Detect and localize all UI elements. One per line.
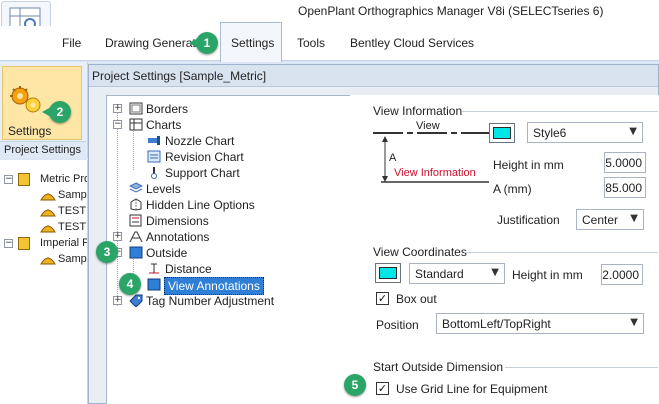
start-outside-dimension-title: Start Outside Dimension <box>373 360 504 374</box>
chevron-down-icon: ▼ <box>630 317 638 328</box>
group-divider <box>462 111 658 112</box>
chevron-down-icon: ▼ <box>629 126 637 137</box>
tab-settings-label: Settings <box>231 36 275 50</box>
collapse-icon[interactable]: − <box>4 239 13 248</box>
settings-detail-panel: View Information View A View Information… <box>350 95 659 404</box>
position-label: Position <box>376 318 419 332</box>
view-coordinates-height-input[interactable]: 2.0000 <box>601 264 643 285</box>
view-information-color-swatch[interactable] <box>489 123 515 143</box>
border-icon <box>129 102 143 115</box>
chevron-down-icon: ▼ <box>491 267 499 278</box>
expand-icon[interactable]: + <box>113 232 122 241</box>
preview-a-label: A <box>389 152 397 164</box>
view-information-a-label: A (mm) <box>493 182 532 196</box>
collapse-icon[interactable]: − <box>113 120 122 129</box>
callout-4: 4 <box>119 273 141 295</box>
tree-item-revision-chart[interactable]: Revision Chart <box>107 149 347 165</box>
outside-icon <box>129 246 143 259</box>
project-icon <box>18 237 30 250</box>
project-tree: − Metric Proj Sampl TEST TEST − Imperial… <box>0 160 88 404</box>
settings-button-label: Settings <box>8 124 52 138</box>
dialog-titlebar: Project Settings [Sample_Metric] <box>89 65 658 87</box>
hidden-line-icon <box>129 198 143 211</box>
group-divider <box>505 367 658 368</box>
tree-item-outside[interactable]: − Outside <box>107 245 347 261</box>
window-title: OpenPlant Orthographics Manager V8i (SEL… <box>298 4 604 18</box>
tab-drawing-generation[interactable]: Drawing Generation <box>105 36 199 50</box>
project-icon <box>18 173 30 186</box>
window-titlebar: OpenPlant Orthographics Manager V8i (SEL… <box>0 0 659 26</box>
expand-icon[interactable]: + <box>113 296 122 305</box>
justification-label: Justification <box>497 213 560 227</box>
ribbon-tab-bar: File Drawing Generation Tools Bentley Cl… <box>0 26 659 61</box>
hardhat-icon <box>40 222 56 235</box>
justification-select[interactable]: Center ▼ <box>576 209 644 230</box>
tab-file[interactable]: File <box>62 36 81 50</box>
view-information-preview: View A View Information <box>371 120 491 190</box>
preview-view-information-label: View Information <box>394 167 476 179</box>
settings-gear-icon <box>10 86 41 113</box>
settings-tree: + Borders − Charts Nozzle Chart Revision… <box>106 95 352 404</box>
view-coordinates-height-label: Height in mm <box>512 268 583 282</box>
view-coordinates-color-swatch[interactable] <box>375 263 401 283</box>
tag-icon <box>129 294 143 308</box>
callout-2: 2 <box>42 101 71 123</box>
view-annotation-icon <box>147 278 161 291</box>
tree-item-levels[interactable]: Levels <box>107 181 347 197</box>
collapse-icon[interactable]: − <box>4 175 13 184</box>
support-chart-icon <box>147 166 161 179</box>
dialog-title: Project Settings [Sample_Metric] <box>92 69 267 83</box>
tree-item-view-annotations[interactable]: View Annotations <box>107 277 347 295</box>
settings-button[interactable]: Settings <box>2 66 82 140</box>
preview-view-label: View <box>416 120 440 132</box>
distance-icon <box>147 262 161 275</box>
tab-tools[interactable]: Tools <box>297 36 325 50</box>
tree-item-annotations[interactable]: + Annotations <box>107 229 347 245</box>
expand-icon[interactable]: + <box>113 104 122 113</box>
use-grid-line-checkbox[interactable]: ✓ <box>376 382 389 395</box>
tree-item-hidden-line-options[interactable]: Hidden Line Options <box>107 197 347 213</box>
position-select[interactable]: BottomLeft/TopRight ▼ <box>436 313 644 334</box>
dimension-icon <box>129 214 143 227</box>
project-settings-dialog: Project Settings [Sample_Metric] + Borde… <box>88 64 659 404</box>
hardhat-icon <box>40 206 56 219</box>
group-divider <box>464 252 658 253</box>
tab-bentley-cloud-services[interactable]: Bentley Cloud Services <box>350 36 474 50</box>
box-out-checkbox[interactable]: ✓ <box>376 292 389 305</box>
chart-icon <box>129 118 143 131</box>
view-information-height-input[interactable]: 5.0000 <box>604 152 646 173</box>
view-information-style-select[interactable]: Style6 ▼ <box>527 122 643 143</box>
use-grid-line-label: Use Grid Line for Equipment <box>396 382 548 396</box>
nozzle-chart-icon <box>147 134 161 147</box>
annotation-icon <box>129 230 143 243</box>
view-information-a-input[interactable]: 85.000 <box>604 177 646 198</box>
tree-item-nozzle-chart[interactable]: Nozzle Chart <box>107 133 347 149</box>
callout-5: 5 <box>344 374 366 396</box>
revision-chart-icon <box>147 150 161 163</box>
callout-3: 3 <box>96 241 118 263</box>
tree-item-dimensions[interactable]: Dimensions <box>107 213 347 229</box>
view-coordinates-style-select[interactable]: Standard ▼ <box>409 263 505 284</box>
tree-item-charts[interactable]: − Charts <box>107 117 347 133</box>
chevron-down-icon: ▼ <box>630 213 638 224</box>
view-coordinates-title: View Coordinates <box>373 245 467 259</box>
tree-item-support-chart[interactable]: Support Chart <box>107 165 347 181</box>
ribbon-group-label: Project Settings <box>0 141 86 158</box>
view-information-title: View Information <box>373 104 463 118</box>
tree-item-distance[interactable]: Distance <box>107 261 347 277</box>
callout-1: 1 <box>189 32 218 54</box>
tree-item-borders[interactable]: + Borders <box>107 101 347 117</box>
hardhat-icon <box>40 190 56 203</box>
tree-item-tag-number-adjustment[interactable]: + Tag Number Adjustment <box>107 293 347 309</box>
box-out-label: Box out <box>396 292 437 306</box>
hardhat-icon <box>40 254 56 267</box>
view-information-height-label: Height in mm <box>493 158 564 172</box>
levels-icon <box>128 182 144 195</box>
